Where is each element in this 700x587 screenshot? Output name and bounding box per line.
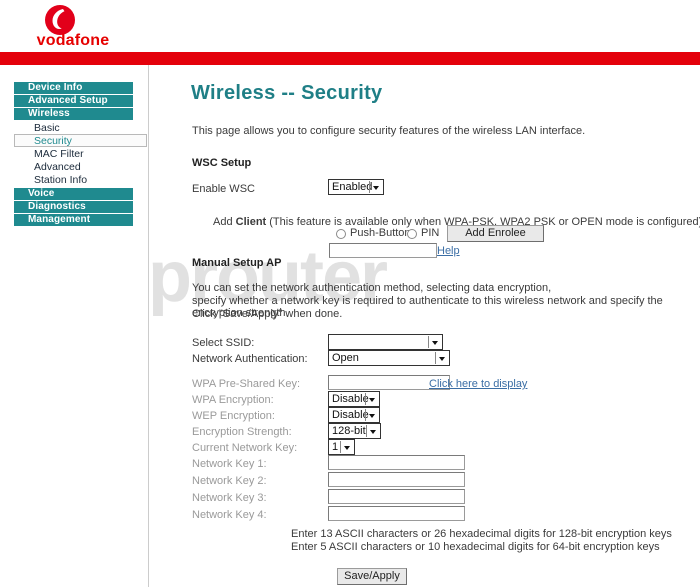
sidebar-item-mac-filter[interactable]: MAC Filter	[14, 147, 147, 160]
manual-desc-line-3: Click "Save/Apply" when done.	[192, 308, 343, 320]
push-button-radio-label[interactable]: Push-Button	[350, 227, 411, 239]
add-client-bold: Client	[235, 216, 267, 228]
sidebar-item-wireless[interactable]: Wireless	[14, 108, 133, 120]
wep-encryption-value: Disable	[332, 409, 369, 421]
push-button-radio[interactable]	[336, 229, 346, 239]
enable-wsc-select[interactable]: Enabled	[328, 179, 384, 195]
sidebar-item-voice[interactable]: Voice	[14, 188, 133, 200]
current-network-key-label: Current Network Key:	[192, 442, 298, 454]
select-ssid-select[interactable]	[328, 334, 443, 350]
encryption-note-line-1: Enter 13 ASCII characters or 26 hexadeci…	[291, 528, 672, 540]
wsc-setup-heading: WSC Setup	[192, 157, 252, 169]
vodafone-wordmark: vodafone	[36, 32, 110, 49]
page-title: Wireless -- Security	[191, 82, 383, 104]
page-description: This page allows you to configure securi…	[192, 125, 586, 137]
network-key-1-label: Network Key 1:	[192, 458, 267, 470]
add-client-prefix: Add	[213, 216, 236, 228]
sidebar-item-station-info[interactable]: Station Info	[14, 173, 147, 186]
sidebar-item-diagnostics[interactable]: Diagnostics	[14, 201, 133, 213]
network-key-4-input[interactable]	[328, 506, 465, 521]
manual-desc-line-1: You can set the network authentication m…	[192, 282, 552, 294]
network-authentication-value: Open	[332, 352, 359, 364]
current-network-key-select[interactable]: 1	[328, 439, 355, 455]
sidebar-item-advanced[interactable]: Advanced	[14, 160, 147, 173]
manual-setup-ap-heading: Manual Setup AP	[192, 257, 282, 269]
network-key-2-input[interactable]	[328, 472, 465, 487]
sidebar-item-advanced-setup[interactable]: Advanced Setup	[14, 95, 133, 107]
select-ssid-label: Select SSID:	[192, 337, 255, 349]
pin-radio-label[interactable]: PIN	[421, 227, 439, 239]
add-enrolee-button[interactable]: Add Enrolee	[447, 225, 544, 242]
network-key-3-input[interactable]	[328, 489, 465, 504]
sidebar-nav: Device Info Advanced Setup Wireless Basi…	[0, 65, 149, 587]
enable-wsc-value: Enabled	[332, 181, 373, 193]
wpa-encryption-label: WPA Encryption:	[192, 394, 274, 406]
main-content: Wireless -- Security This page allows yo…	[149, 65, 700, 587]
wpa-encryption-select[interactable]: Disable	[328, 391, 380, 407]
wsc-help-link[interactable]: Help	[437, 245, 460, 257]
wep-encryption-select[interactable]: Disable	[328, 407, 380, 423]
vodafone-logo: vodafone	[18, 2, 128, 52]
network-key-2-label: Network Key 2:	[192, 475, 267, 487]
click-here-to-display-link[interactable]: Click here to display	[429, 378, 527, 390]
pin-input[interactable]	[329, 243, 437, 258]
encryption-strength-select[interactable]: 128-bit	[328, 423, 381, 439]
network-key-3-label: Network Key 3:	[192, 492, 267, 504]
pin-radio[interactable]	[407, 229, 417, 239]
brand-red-bar	[0, 52, 700, 65]
sidebar-item-security[interactable]: Security	[14, 134, 147, 147]
network-authentication-select[interactable]: Open	[328, 350, 450, 366]
wep-encryption-label: WEP Encryption:	[192, 410, 275, 422]
network-key-1-input[interactable]	[328, 455, 465, 470]
network-key-4-label: Network Key 4:	[192, 509, 267, 521]
save-apply-button[interactable]: Save/Apply	[337, 568, 407, 585]
page-header: vodafone	[0, 0, 700, 52]
wpa-encryption-value: Disable	[332, 393, 369, 405]
encryption-strength-label: Encryption Strength:	[192, 426, 292, 438]
enable-wsc-label: Enable WSC	[192, 183, 255, 195]
sidebar-item-basic[interactable]: Basic	[14, 121, 147, 134]
current-network-key-value: 1	[332, 441, 339, 453]
sidebar-item-device-info[interactable]: Device Info	[14, 82, 133, 94]
network-authentication-label: Network Authentication:	[192, 353, 308, 365]
encryption-note-line-2: Enter 5 ASCII characters or 10 hexadecim…	[291, 541, 660, 553]
sidebar-item-management[interactable]: Management	[14, 214, 133, 226]
wpa-pre-shared-key-label: WPA Pre-Shared Key:	[192, 378, 301, 390]
encryption-strength-value: 128-bit	[332, 425, 366, 437]
